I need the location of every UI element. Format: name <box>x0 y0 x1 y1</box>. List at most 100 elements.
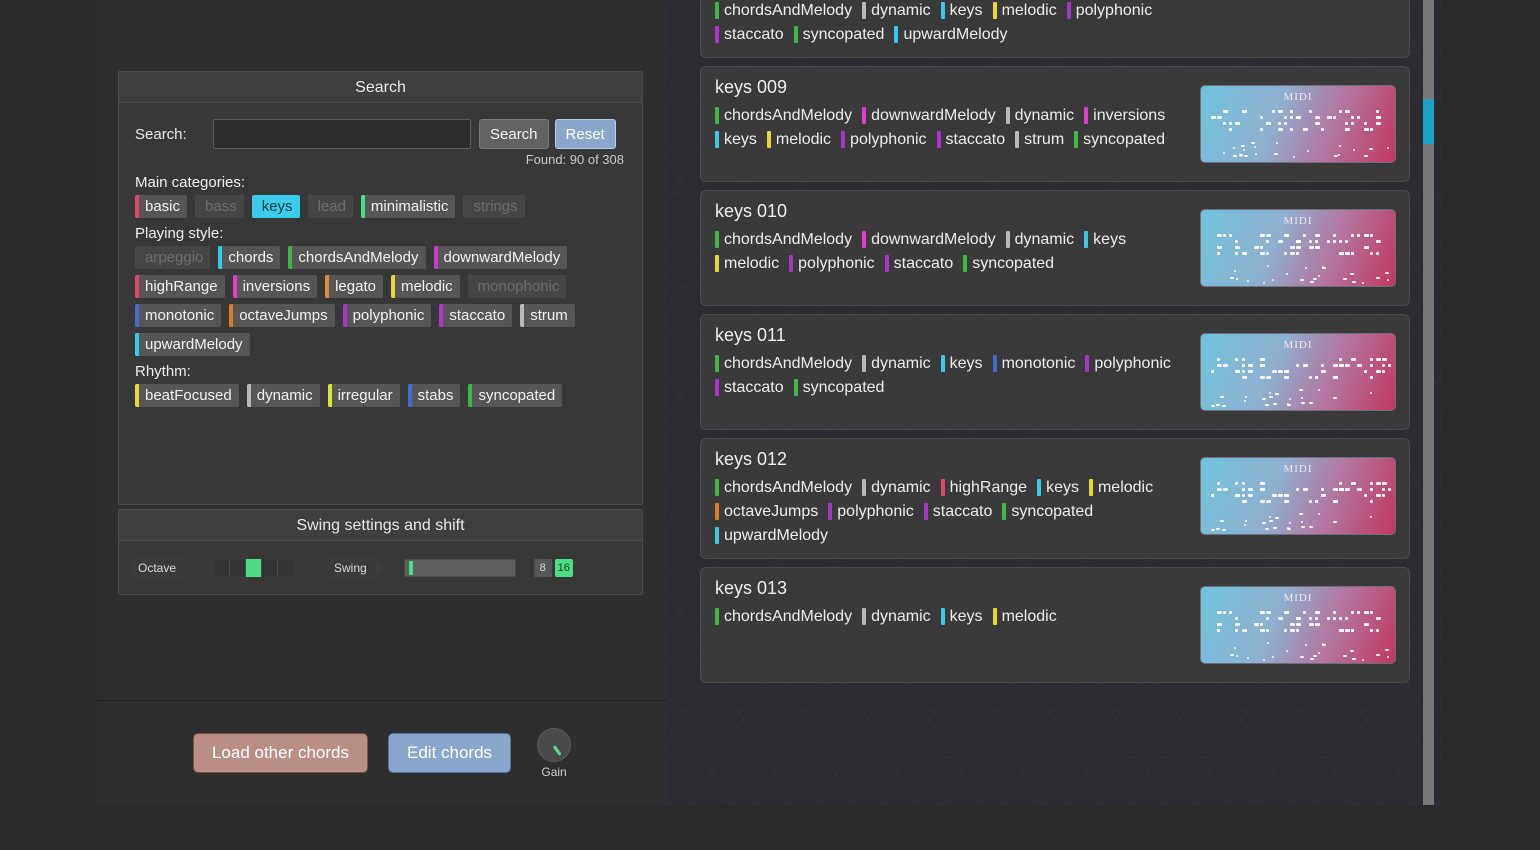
midi-thumbnail[interactable]: MIDI <box>1200 586 1396 664</box>
preset-tag-polyphonic[interactable]: polyphonic <box>1085 353 1171 374</box>
preset-tag-dynamic[interactable]: dynamic <box>862 353 931 374</box>
preset-tag-syncopated[interactable]: syncopated <box>793 377 884 398</box>
preset-tag-octavejumps[interactable]: octaveJumps <box>715 501 818 522</box>
rhythm-tag-irregular[interactable]: irregular <box>327 384 400 407</box>
playing-style-tag-staccato[interactable]: staccato <box>439 304 513 327</box>
preset-tag-syncopated[interactable]: syncopated <box>963 253 1054 274</box>
playing-style-tag-inversions[interactable]: inversions <box>232 275 318 298</box>
scrollbar-thumb[interactable] <box>1423 98 1434 144</box>
preset-card[interactable]: chordsAndMelody dynamic keys melodic polypho… <box>700 0 1410 58</box>
preset-tag-upwardmelody[interactable]: upwardMelody <box>894 24 1008 45</box>
preset-tag-downwardmelody[interactable]: downwardMelody <box>862 229 996 250</box>
midi-thumbnail[interactable]: MIDI <box>1200 209 1396 287</box>
preset-tag-inversions[interactable]: inversions <box>1084 105 1165 126</box>
preset-tag-syncopated[interactable]: syncopated <box>1002 501 1093 522</box>
preset-tag-strum[interactable]: strum <box>1015 129 1064 150</box>
preset-tag-keys[interactable]: keys <box>940 353 983 374</box>
playing-style-tag-strum[interactable]: strum <box>520 304 575 327</box>
preset-tag-chordsandmelody[interactable]: chordsAndMelody <box>715 353 852 374</box>
octave-cell-3[interactable] <box>262 559 279 577</box>
category-tag-strings[interactable]: strings <box>463 195 525 218</box>
preset-tag-melodic[interactable]: melodic <box>992 606 1057 627</box>
playing-style-tag-upwardmelody[interactable]: upwardMelody <box>135 333 250 356</box>
playing-style-tag-chords[interactable]: chords <box>218 246 281 269</box>
gain-knob[interactable] <box>537 727 572 762</box>
octave-cell-0[interactable] <box>214 559 231 577</box>
rhythm-tag-stabs[interactable]: stabs <box>407 384 461 407</box>
load-other-chords-button[interactable]: Load other chords <box>192 733 368 773</box>
category-tag-basic[interactable]: basic <box>135 195 188 218</box>
preset-card[interactable]: keys 013 chordsAndMelody dynamic keys melodi… <box>700 567 1410 683</box>
preset-list[interactable]: chordsAndMelody dynamic keys melodic polypho… <box>667 0 1442 805</box>
preset-tag-chordsandmelody[interactable]: chordsAndMelody <box>715 606 852 627</box>
search-input[interactable] <box>213 119 471 149</box>
category-tag-minimalistic[interactable]: minimalistic <box>360 195 456 218</box>
preset-tag-staccato[interactable]: staccato <box>884 253 953 274</box>
octave-cell-2[interactable] <box>246 559 263 577</box>
playing-style-tag-chordsandmelody[interactable]: chordsAndMelody <box>288 246 426 269</box>
preset-tag-chordsandmelody[interactable]: chordsAndMelody <box>715 105 852 126</box>
midi-thumbnail[interactable]: MIDI <box>1200 333 1396 411</box>
midi-thumbnail[interactable]: MIDI <box>1200 85 1396 163</box>
preset-tag-highrange[interactable]: highRange <box>940 477 1027 498</box>
preset-tag-staccato[interactable]: staccato <box>923 501 992 522</box>
preset-tag-chordsandmelody[interactable]: chordsAndMelody <box>715 229 852 250</box>
preset-tag-upwardmelody[interactable]: upwardMelody <box>715 525 828 546</box>
preset-tag-melodic[interactable]: melodic <box>1088 477 1153 498</box>
note-division-16[interactable]: 16 <box>554 559 573 577</box>
preset-tag-melodic[interactable]: melodic <box>766 129 831 150</box>
preset-tag-chordsandmelody[interactable]: chordsAndMelody <box>715 477 852 498</box>
preset-tag-dynamic[interactable]: dynamic <box>862 606 931 627</box>
category-tag-lead[interactable]: lead <box>307 195 353 218</box>
preset-tag-keys[interactable]: keys <box>1037 477 1079 498</box>
preset-card[interactable]: keys 010 chordsAndMelody downwardMelody dyn… <box>700 190 1410 306</box>
scrollbar-track[interactable] <box>1423 0 1434 805</box>
preset-tag-syncopated[interactable]: syncopated <box>1074 129 1165 150</box>
playing-style-tag-downwardmelody[interactable]: downwardMelody <box>433 246 568 269</box>
preset-tag-dynamic[interactable]: dynamic <box>862 0 931 21</box>
reset-button[interactable]: Reset <box>554 119 616 149</box>
preset-tag-melodic[interactable]: melodic <box>715 253 779 274</box>
edit-chords-button[interactable]: Edit chords <box>388 733 512 773</box>
preset-tag-staccato[interactable]: staccato <box>715 24 784 45</box>
preset-tag-keys[interactable]: keys <box>940 0 983 21</box>
preset-tag-downwardmelody[interactable]: downwardMelody <box>862 105 996 126</box>
playing-style-tag-octavejumps[interactable]: octaveJumps <box>229 304 335 327</box>
preset-tag-keys[interactable]: keys <box>1084 229 1126 250</box>
playing-style-tag-highrange[interactable]: highRange <box>135 275 225 298</box>
preset-tag-keys[interactable]: keys <box>940 606 983 627</box>
preset-tag-syncopated[interactable]: syncopated <box>793 24 884 45</box>
swing-slider-thumb[interactable] <box>408 561 413 575</box>
preset-tag-dynamic[interactable]: dynamic <box>1005 229 1074 250</box>
category-tag-bass[interactable]: bass <box>195 195 244 218</box>
preset-tag-keys[interactable]: keys <box>715 129 757 150</box>
preset-tag-polyphonic[interactable]: polyphonic <box>841 129 927 150</box>
preset-tag-chordsandmelody[interactable]: chordsAndMelody <box>715 0 852 21</box>
rhythm-tag-dynamic[interactable]: dynamic <box>246 384 320 407</box>
preset-card[interactable]: keys 009 chordsAndMelody downwardMelody dyn… <box>700 66 1410 182</box>
preset-tag-staccato[interactable]: staccato <box>936 129 1005 150</box>
octave-stepper[interactable] <box>213 558 296 578</box>
search-button[interactable]: Search <box>479 119 549 149</box>
preset-tag-polyphonic[interactable]: polyphonic <box>828 501 914 522</box>
rhythm-tag-beatfocused[interactable]: beatFocused <box>135 384 239 407</box>
playing-style-tag-arpeggio[interactable]: arpeggio <box>135 246 211 269</box>
category-tag-keys[interactable]: keys <box>251 195 300 218</box>
preset-tag-melodic[interactable]: melodic <box>992 0 1057 21</box>
octave-cell-1[interactable] <box>230 559 247 577</box>
preset-card[interactable]: keys 011 chordsAndMelody dynamic keys monoto… <box>700 314 1410 430</box>
preset-card[interactable]: keys 012 chordsAndMelody dynamic highRange k… <box>700 438 1410 559</box>
preset-tag-dynamic[interactable]: dynamic <box>1005 105 1074 126</box>
preset-tag-polyphonic[interactable]: polyphonic <box>789 253 875 274</box>
playing-style-tag-legato[interactable]: legato <box>325 275 383 298</box>
swing-slider[interactable] <box>403 559 516 577</box>
note-division-8[interactable]: 8 <box>533 559 552 577</box>
preset-tag-polyphonic[interactable]: polyphonic <box>1066 0 1152 21</box>
rhythm-tag-syncopated[interactable]: syncopated <box>468 384 563 407</box>
octave-cell-4[interactable] <box>278 559 295 577</box>
preset-tag-staccato[interactable]: staccato <box>715 377 784 398</box>
playing-style-tag-polyphonic[interactable]: polyphonic <box>342 304 432 327</box>
playing-style-tag-monophonic[interactable]: monophonic <box>467 275 567 298</box>
playing-style-tag-monotonic[interactable]: monotonic <box>135 304 222 327</box>
preset-tag-monotonic[interactable]: monotonic <box>992 353 1075 374</box>
